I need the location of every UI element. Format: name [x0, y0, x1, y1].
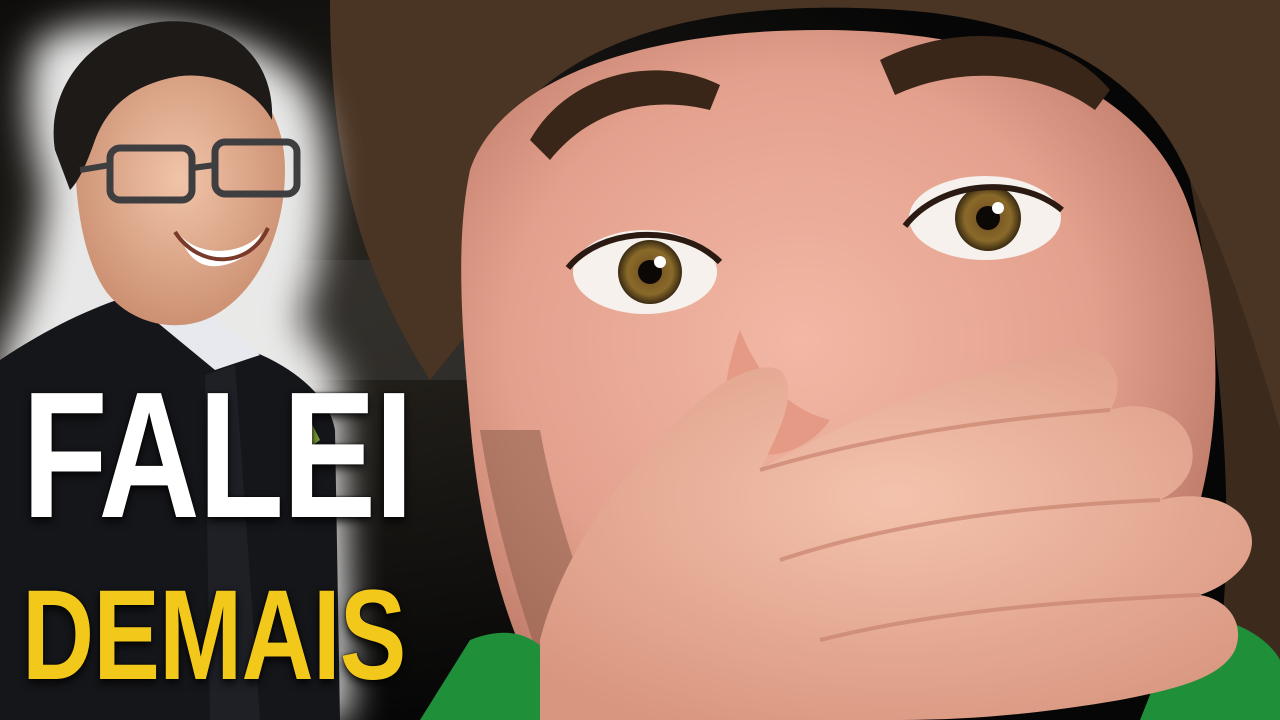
- video-thumbnail[interactable]: FALEI DEMAIS: [0, 0, 1280, 720]
- headline-line-2: DEMAIS: [22, 564, 406, 707]
- headline-line-1: FALEI: [22, 355, 414, 556]
